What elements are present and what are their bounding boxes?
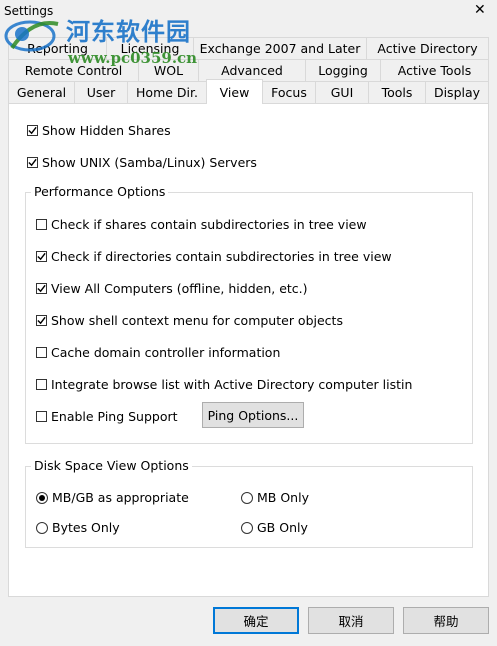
- checkbox-icon: [36, 411, 47, 422]
- ping-options-button[interactable]: Ping Options...: [202, 402, 304, 428]
- tab-exchange[interactable]: Exchange 2007 and Later: [193, 37, 367, 60]
- performance-options-title: Performance Options: [31, 184, 169, 199]
- show-hidden-shares-label: Show Hidden Shares: [42, 123, 171, 138]
- cancel-button[interactable]: 取消: [308, 607, 394, 634]
- integrate-browse-list-checkbox[interactable]: Integrate browse list with Active Direct…: [36, 377, 412, 392]
- radio-icon: [241, 521, 253, 534]
- show-unix-servers-checkbox[interactable]: Show UNIX (Samba/Linux) Servers: [27, 155, 257, 170]
- disk-space-options-title: Disk Space View Options: [31, 458, 192, 473]
- watermark-logo-icon: [4, 20, 59, 52]
- check-dirs-subdirs-checkbox[interactable]: Check if directories contain subdirector…: [36, 249, 392, 264]
- mb-only-label: MB Only: [257, 490, 309, 505]
- gb-only-label: GB Only: [257, 520, 308, 535]
- bytes-only-label: Bytes Only: [52, 520, 120, 535]
- watermark-url: www.pc0359.cn: [68, 49, 198, 67]
- shell-context-menu-checkbox[interactable]: Show shell context menu for computer obj…: [36, 313, 343, 328]
- radio-selected-icon: [36, 491, 48, 504]
- cache-dc-info-label: Cache domain controller information: [51, 345, 281, 360]
- check-shares-subdirs-label: Check if shares contain subdirectories i…: [51, 217, 367, 232]
- check-dirs-subdirs-label: Check if directories contain subdirector…: [51, 249, 392, 264]
- ok-button[interactable]: 确定: [213, 607, 299, 634]
- tab-view[interactable]: View: [206, 79, 263, 104]
- checkbox-icon: [36, 347, 47, 358]
- gb-only-radio[interactable]: GB Only: [241, 520, 308, 535]
- checkbox-icon: [36, 379, 47, 390]
- view-tab-panel: Show Hidden Shares Show UNIX (Samba/Linu…: [8, 103, 489, 597]
- checkbox-icon: [36, 251, 47, 262]
- tab-tools[interactable]: Tools: [368, 81, 426, 104]
- mb-gb-appropriate-radio[interactable]: MB/GB as appropriate: [36, 490, 189, 505]
- check-shares-subdirs-checkbox[interactable]: Check if shares contain subdirectories i…: [36, 217, 367, 232]
- disk-space-options-group: Disk Space View Options MB/GB as appropr…: [25, 458, 473, 548]
- integrate-browse-list-label: Integrate browse list with Active Direct…: [51, 377, 413, 392]
- enable-ping-support-checkbox[interactable]: Enable Ping Support: [36, 409, 178, 424]
- tab-home-dir[interactable]: Home Dir.: [127, 81, 207, 104]
- cache-dc-info-checkbox[interactable]: Cache domain controller information: [36, 345, 280, 360]
- show-hidden-shares-checkbox[interactable]: Show Hidden Shares: [27, 123, 171, 138]
- tab-user[interactable]: User: [74, 81, 128, 104]
- view-all-computers-label: View All Computers (offline, hidden, etc…: [51, 281, 308, 296]
- checkbox-icon: [27, 157, 38, 168]
- watermark-site-name: 河东软件园: [66, 17, 191, 46]
- close-icon[interactable]: ✕: [474, 2, 486, 18]
- performance-options-group: Performance Options Check if shares cont…: [25, 184, 473, 444]
- tab-logging[interactable]: Logging: [305, 59, 381, 82]
- help-button[interactable]: 帮助: [403, 607, 489, 634]
- checkbox-icon: [36, 219, 47, 230]
- tab-focus[interactable]: Focus: [262, 81, 316, 104]
- enable-ping-support-label: Enable Ping Support: [51, 409, 178, 424]
- mb-only-radio[interactable]: MB Only: [241, 490, 309, 505]
- tab-active-tools[interactable]: Active Tools: [380, 59, 489, 82]
- radio-icon: [241, 491, 253, 504]
- view-all-computers-checkbox[interactable]: View All Computers (offline, hidden, etc…: [36, 281, 308, 296]
- radio-icon: [36, 521, 48, 534]
- shell-context-menu-label: Show shell context menu for computer obj…: [51, 313, 343, 328]
- tab-display[interactable]: Display: [425, 81, 489, 104]
- tab-gui[interactable]: GUI: [315, 81, 369, 104]
- tab-general[interactable]: General: [8, 81, 75, 104]
- show-unix-servers-label: Show UNIX (Samba/Linux) Servers: [42, 155, 257, 170]
- bytes-only-radio[interactable]: Bytes Only: [36, 520, 120, 535]
- checkbox-icon: [36, 283, 47, 294]
- mb-gb-appropriate-label: MB/GB as appropriate: [52, 490, 189, 505]
- checkbox-icon: [36, 315, 47, 326]
- checkbox-icon: [27, 125, 38, 136]
- tab-active-directory[interactable]: Active Directory: [366, 37, 489, 60]
